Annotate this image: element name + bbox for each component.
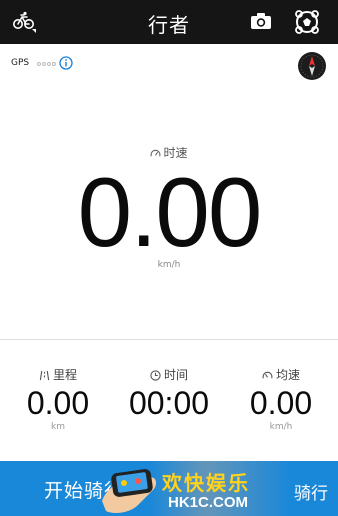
- gps-label: GPS: [11, 58, 30, 68]
- top-bar: 行者: [0, 0, 338, 44]
- stat-time-label: 时间: [163, 368, 188, 382]
- watermark-logo-icon: [98, 461, 162, 516]
- stat-distance: 里程 0.00 km: [2, 366, 114, 433]
- gauge-icon: [262, 371, 273, 379]
- stat-avg-speed: 均速 0.00 km/h: [225, 366, 337, 433]
- start-ride-bar[interactable]: 开始骑行 欢快娱乐 HK1C.COM 骑行: [0, 461, 338, 516]
- stat-distance-unit: km: [51, 422, 65, 432]
- app-title: 行者: [148, 13, 190, 37]
- watermark-url: HK1C.COM: [168, 494, 249, 511]
- speed-unit: km/h: [157, 260, 181, 270]
- watermark-text: 欢快娱乐: [162, 471, 250, 495]
- clock-icon: [150, 370, 161, 381]
- start-ride-partial-label: 骑行: [294, 484, 328, 504]
- stat-avg-speed-value: 0.00: [249, 385, 313, 421]
- info-icon[interactable]: [59, 56, 73, 73]
- stat-time: 时间 00:00: [113, 366, 225, 433]
- speed-value: 0.00: [77, 157, 263, 267]
- road-icon: [39, 370, 50, 381]
- stat-distance-label: 里程: [52, 368, 77, 382]
- stat-time-unit: [113, 422, 225, 433]
- divider: [0, 339, 338, 340]
- compass-icon[interactable]: [297, 51, 327, 85]
- stat-distance-value: 0.00: [26, 385, 90, 421]
- camera-icon[interactable]: [250, 11, 272, 35]
- hero-badge-icon[interactable]: [294, 8, 320, 40]
- stat-time-value: 00:00: [128, 385, 210, 421]
- stat-avg-speed-label: 均速: [275, 368, 300, 382]
- stat-avg-speed-unit: km/h: [269, 422, 293, 432]
